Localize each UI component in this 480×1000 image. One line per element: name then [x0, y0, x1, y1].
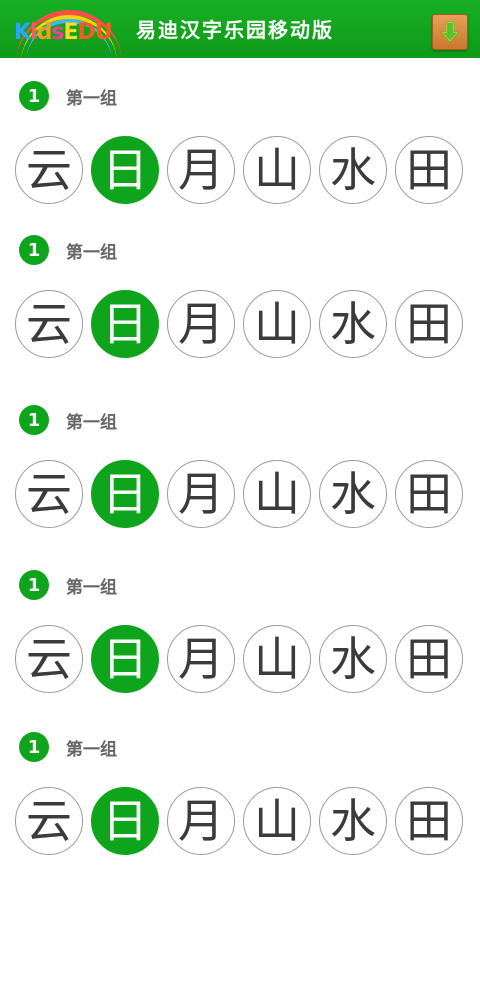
group-title: 第一组: [66, 242, 117, 263]
app-header: KidsEDU 易迪汉字乐园移动版: [0, 0, 480, 58]
char-button[interactable]: 田: [395, 787, 463, 855]
char-button[interactable]: 水: [319, 625, 387, 693]
char-button[interactable]: 月: [167, 460, 235, 528]
char-button[interactable]: 月: [167, 787, 235, 855]
char-button[interactable]: 山: [243, 290, 311, 358]
char-button[interactable]: 云: [15, 136, 83, 204]
char-button[interactable]: 水: [319, 787, 387, 855]
char-button[interactable]: 云: [15, 460, 83, 528]
char-button[interactable]: 水: [319, 136, 387, 204]
char-button[interactable]: 田: [395, 460, 463, 528]
group-number-badge: 1: [19, 570, 49, 600]
char-button[interactable]: 山: [243, 460, 311, 528]
group-title: 第一组: [66, 739, 117, 760]
group-number-badge: 1: [19, 405, 49, 435]
char-button-selected[interactable]: 日: [91, 625, 159, 693]
group-title: 第一组: [66, 412, 117, 433]
logo-text: KidsEDU: [14, 20, 113, 45]
char-button[interactable]: 月: [167, 136, 235, 204]
kidsedu-logo: KidsEDU: [10, 8, 126, 50]
char-button[interactable]: 水: [319, 460, 387, 528]
char-button-selected[interactable]: 日: [91, 290, 159, 358]
logo-rainbow-art: KidsEDU: [10, 8, 126, 50]
char-button[interactable]: 云: [15, 625, 83, 693]
group-title: 第一组: [66, 577, 117, 598]
download-button[interactable]: [432, 14, 468, 50]
char-button[interactable]: 山: [243, 625, 311, 693]
char-button[interactable]: 水: [319, 290, 387, 358]
char-button[interactable]: 月: [167, 290, 235, 358]
download-arrow-icon: [439, 21, 461, 43]
group-title: 第一组: [66, 88, 117, 109]
char-button[interactable]: 月: [167, 625, 235, 693]
app-title: 易迪汉字乐园移动版: [136, 18, 334, 42]
char-button[interactable]: 云: [15, 290, 83, 358]
group-number-badge: 1: [19, 732, 49, 762]
char-button[interactable]: 田: [395, 290, 463, 358]
char-button[interactable]: 山: [243, 136, 311, 204]
group-number-badge: 1: [19, 81, 49, 111]
char-button[interactable]: 山: [243, 787, 311, 855]
char-button-selected[interactable]: 日: [91, 136, 159, 204]
char-button[interactable]: 云: [15, 787, 83, 855]
group-number-badge: 1: [19, 235, 49, 265]
char-button-selected[interactable]: 日: [91, 460, 159, 528]
char-button[interactable]: 田: [395, 136, 463, 204]
char-button-selected[interactable]: 日: [91, 787, 159, 855]
char-button[interactable]: 田: [395, 625, 463, 693]
